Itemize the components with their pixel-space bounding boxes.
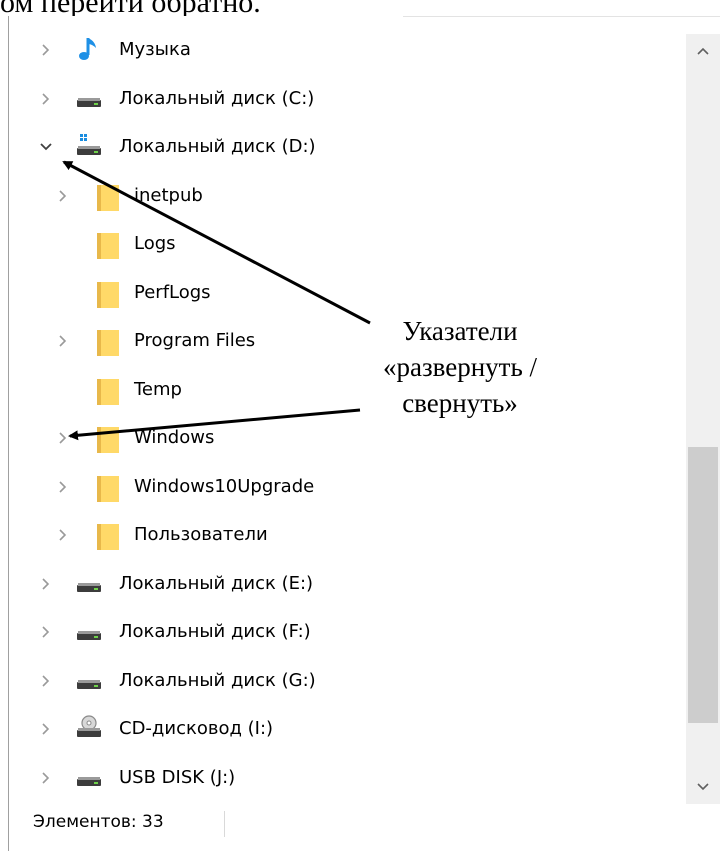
cd-drive-icon [75, 713, 103, 743]
tree-item[interactable]: USB DISK (J:) [9, 758, 686, 798]
expand-chevron-right-icon[interactable] [39, 673, 53, 689]
drive-icon [75, 83, 103, 113]
tree-item-label: Windows [134, 427, 215, 448]
tree-item-label: CD-дисковод (I:) [119, 718, 274, 739]
folder-icon [95, 376, 123, 406]
status-bar-separator [224, 811, 225, 837]
drive-icon [75, 568, 103, 598]
tree-item-label: Локальный диск (D:) [119, 136, 316, 157]
tree-item-label: Logs [134, 233, 176, 254]
annotation-line-2: «развернуть / [382, 352, 538, 382]
expand-chevron-right-icon[interactable] [56, 430, 70, 446]
tree-item-label: Локальный диск (E:) [119, 572, 314, 594]
chevron-up-icon [697, 47, 709, 55]
tree-item-label: Локальный диск (F:) [119, 621, 311, 642]
expand-chevron-down-icon[interactable] [39, 139, 53, 155]
tree-item-label: PerfLogs [134, 281, 211, 303]
expand-chevron-right-icon[interactable] [56, 527, 70, 543]
folder-icon [95, 182, 123, 212]
folder-icon [95, 279, 123, 309]
explorer-navigation-pane: Музыка Локальный диск (C:) Локальный диск … [8, 16, 720, 851]
drive-icon [75, 616, 103, 646]
tree-item[interactable]: Локальный диск (D:) [9, 127, 686, 167]
scroll-up-button[interactable] [686, 34, 720, 68]
expand-chevron-right-icon[interactable] [39, 770, 53, 786]
tree-item-label: Program Files [134, 330, 256, 351]
tree-item[interactable]: inetpub [9, 176, 686, 216]
annotation-line-3: свернуть» [402, 388, 518, 418]
tree-item[interactable]: Пользователи [9, 515, 686, 555]
folder-icon [95, 521, 123, 551]
music-note-icon [75, 34, 103, 64]
chevron-down-icon [697, 783, 709, 791]
tree-item-label: inetpub [134, 184, 203, 206]
drive-icon [75, 762, 103, 792]
expand-chevron-right-icon[interactable] [39, 624, 53, 640]
tree-item[interactable]: PerfLogs [9, 273, 686, 313]
windows-drive-icon [75, 131, 103, 161]
folder-icon [95, 230, 123, 260]
expand-chevron-right-icon[interactable] [56, 479, 70, 495]
tree-item[interactable]: Windows [9, 418, 686, 458]
tree-item-label: Temp [134, 378, 182, 400]
scroll-down-button[interactable] [686, 770, 720, 804]
expand-chevron-right-icon[interactable] [56, 333, 70, 349]
tree-item-label: Музыка [119, 39, 191, 60]
expand-chevron-right-icon[interactable] [39, 721, 53, 737]
tree-item-label: Локальный диск (G:) [119, 669, 316, 691]
expand-chevron-right-icon[interactable] [39, 42, 53, 58]
expand-chevron-right-icon[interactable] [39, 91, 53, 107]
annotation-line-1: Указатели [402, 316, 518, 346]
tree-item[interactable]: Музыка [9, 30, 686, 70]
tree-item-label: USB DISK (J:) [119, 766, 236, 788]
tree-item[interactable]: Локальный диск (F:) [9, 612, 686, 652]
tree-item[interactable]: Локальный диск (C:) [9, 79, 686, 119]
tree-item[interactable]: Windows10Upgrade [9, 467, 686, 507]
tree-item-label: Windows10Upgrade [134, 475, 315, 497]
expand-chevron-right-icon[interactable] [56, 188, 70, 204]
tree-item[interactable]: Logs [9, 224, 686, 264]
folder-icon [95, 327, 123, 357]
annotation-text: Указатели «развернуть / свернуть» [340, 313, 580, 421]
tree-item-label: Пользователи [134, 524, 268, 545]
folder-icon [95, 473, 123, 503]
tree-item[interactable]: Локальный диск (G:) [9, 661, 686, 701]
folder-icon [95, 424, 123, 454]
expand-chevron-right-icon[interactable] [39, 576, 53, 592]
tree-item-label: Локальный диск (C:) [119, 87, 315, 109]
tree-item[interactable]: Локальный диск (E:) [9, 564, 686, 604]
scroll-thumb[interactable] [688, 447, 718, 723]
vertical-scrollbar[interactable] [686, 34, 720, 804]
drive-icon [75, 665, 103, 695]
status-bar-item-count: Элементов: 33 [33, 812, 164, 832]
tree-item[interactable]: CD-дисковод (I:) [9, 709, 686, 749]
